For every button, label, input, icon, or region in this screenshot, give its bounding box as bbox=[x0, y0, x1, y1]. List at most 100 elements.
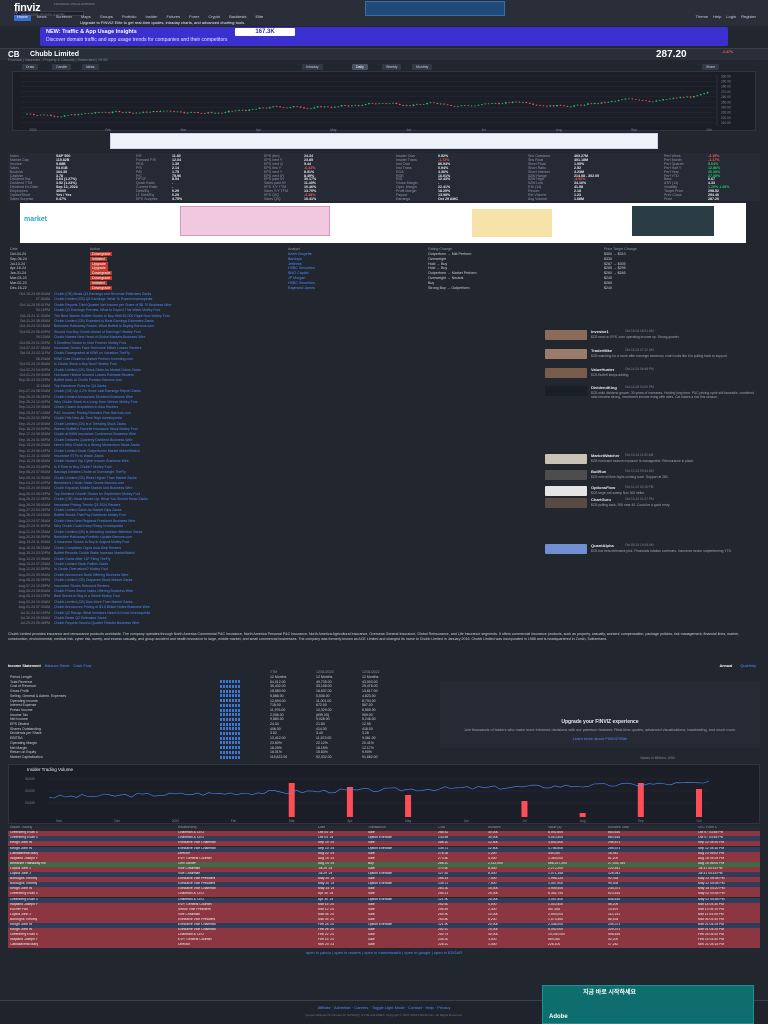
insider-name[interactable]: Keogh John W bbox=[10, 928, 32, 932]
news-headline[interactable]: Chubb (CB) Up 4.2% Since Last Earnings R… bbox=[54, 389, 141, 393]
news-headline[interactable]: Chubb Limited (CB) Stock Sinks As Market… bbox=[54, 368, 141, 372]
post-username[interactable]: ValueHunter bbox=[591, 367, 614, 373]
statement-tab[interactable]: Balance Sheet bbox=[45, 664, 70, 668]
nav-item-news[interactable]: News bbox=[34, 14, 50, 21]
insider-cell[interactable]: Jul 31 04:15 PM bbox=[698, 867, 723, 871]
news-headline[interactable]: Chubb Reports Third Quarter Net Income p… bbox=[54, 303, 171, 307]
insider-name[interactable]: Berkshire Hathaway Inc bbox=[10, 862, 46, 866]
news-headline[interactable]: Barclays Initiates Chubb at Overweight T… bbox=[54, 470, 126, 474]
news-headline[interactable]: Chubb Limited (CB) Outpaces Stock Market… bbox=[54, 578, 132, 582]
post-username[interactable]: DividendKing bbox=[591, 385, 617, 391]
insider-name[interactable]: Greenberg Evan G bbox=[10, 898, 38, 902]
insider-name[interactable]: Wayland Joseph F bbox=[10, 857, 38, 861]
news-headline[interactable]: Chubb Hires New Regional President Busin… bbox=[54, 519, 135, 523]
news-headline[interactable]: Chubb Declares Quarterly Dividend Busine… bbox=[54, 438, 132, 442]
news-headline[interactable]: Chubb Q2 Recap: What Investors Need to K… bbox=[54, 611, 150, 615]
insider-cell[interactable]: May 02 04:45 PM bbox=[698, 892, 725, 896]
news-headline[interactable]: Buffett Reveals Chubb Stake Increase Mar… bbox=[54, 551, 135, 555]
news-headline[interactable]: Chubb Limited (CB) Rises Higher Than Mar… bbox=[54, 476, 137, 480]
news-headline[interactable]: Chubb Limited (CB) Is a Trending Stock Z… bbox=[54, 422, 126, 426]
chart-btn-monthly[interactable]: Monthly bbox=[412, 64, 433, 70]
news-headline[interactable]: Chubb Hits New All-Time High Investopedi… bbox=[54, 416, 122, 420]
news-headline[interactable]: Chubb Limited (CB) Expected to Beat Earn… bbox=[54, 319, 154, 323]
news-headline[interactable]: Chubb at KBW Insurance Conference Busine… bbox=[54, 432, 136, 436]
market-product-ad[interactable]: market bbox=[20, 203, 746, 243]
chart-btn-draw[interactable]: Draw bbox=[22, 64, 39, 70]
insider-name[interactable]: Greenberg Evan G bbox=[10, 831, 38, 835]
news-headline[interactable]: Chubb Limited Stock Outperforms Market M… bbox=[54, 449, 140, 453]
insider-name[interactable]: Boroughs Timothy bbox=[10, 882, 37, 886]
chart-btn-daily[interactable]: Daily bbox=[352, 64, 368, 70]
insider-name[interactable]: Kocher Paul bbox=[10, 908, 28, 912]
insider-cell[interactable]: Aug 16 04:25 PM bbox=[698, 857, 724, 861]
news-headline[interactable]: Chubb Completes Cigna Asia Deal Reuters bbox=[54, 546, 121, 550]
insider-cell[interactable]: Mar 11 04:05 PM bbox=[698, 913, 724, 917]
insider-name[interactable]: Cabiallavetta Mary bbox=[10, 852, 38, 856]
news-headline[interactable]: Is Chubb Stock a Buy Now? Motley Fool bbox=[54, 362, 117, 366]
news-headline[interactable]: Chubb Reports Second Quarter Results Bus… bbox=[54, 621, 139, 625]
insider-name[interactable]: Lupica John J bbox=[10, 913, 31, 917]
insider-cell[interactable]: Feb 26 05:00 PM bbox=[698, 933, 724, 937]
rating-cell[interactable]: Keefe Bruyette bbox=[288, 252, 312, 256]
news-headline[interactable]: Should You Buy Chubb Ahead of Earnings? … bbox=[54, 330, 141, 334]
news-headline[interactable]: Buffett Stocks That Pay Dividends Motley… bbox=[54, 513, 126, 517]
chart-btn-share[interactable]: Share bbox=[702, 64, 720, 70]
news-headline[interactable]: Chubb Downgraded at KBW on Valuation The… bbox=[54, 351, 130, 355]
news-headline[interactable]: Best Stocks to Buy in a Selloff Motley F… bbox=[54, 594, 120, 598]
insider-name[interactable]: Cabiallavetta Mary bbox=[10, 943, 38, 947]
ticker-sector-meta[interactable]: Financial | Insurance - Property & Casua… bbox=[8, 58, 108, 62]
insider-cell[interactable]: Aug 23 05:02 PM bbox=[698, 852, 724, 856]
price-chart[interactable]: 300.00 290.00 280.00 270.00 260.00 250.00 240.… bbox=[12, 71, 756, 132]
insider-name[interactable]: Greenberg Evan G bbox=[10, 836, 38, 840]
rating-cell[interactable]: BMO Capital bbox=[288, 271, 308, 275]
insider-cell[interactable]: Mar 01 04:25 PM bbox=[698, 923, 724, 927]
rating-cell[interactable]: JP Morgan bbox=[288, 276, 305, 280]
news-headline[interactable]: Chubb Limited Stock Rallies Zacks bbox=[54, 562, 108, 566]
post-username[interactable]: MarketWatcher bbox=[591, 453, 620, 459]
insider-name[interactable]: Keogh John W bbox=[10, 847, 32, 851]
news-headline[interactable]: Chubb Announces Pricing of $1.5 Billion … bbox=[54, 605, 150, 609]
insider-cell[interactable]: May 02 04:45 PM bbox=[698, 898, 725, 902]
news-headline[interactable]: The Best Warren Buffett Stocks to Buy Wi… bbox=[54, 314, 170, 318]
post-username[interactable]: ChartGuru bbox=[591, 497, 611, 503]
news-headline[interactable]: Chubb Closes Acquisition in Asia Reuters bbox=[54, 405, 118, 409]
insider-cell[interactable]: Nov 21 04:15 PM bbox=[698, 943, 724, 947]
news-headline[interactable]: Buffett Adds to Chubb Position Barrons.c… bbox=[54, 378, 122, 382]
statement-tab[interactable]: Income Statement bbox=[8, 664, 41, 668]
insider-cell[interactable]: Oct 07 03:45 PM bbox=[698, 836, 723, 840]
news-headline[interactable]: 3 Insurance Stocks to Buy in August Motl… bbox=[54, 540, 129, 544]
post-username[interactable]: Investor1 bbox=[591, 329, 609, 335]
news-headline[interactable]: Here's Why Chubb Is a Strong Momentum St… bbox=[54, 443, 140, 447]
insider-name[interactable]: Lupica John J bbox=[10, 867, 31, 871]
news-headline[interactable]: Berkshire Hathaway Stocks: What Buffett … bbox=[54, 324, 154, 328]
news-headline[interactable]: Chubb Announces Bond Offering Business W… bbox=[54, 573, 128, 577]
period-tab[interactable]: Annual bbox=[720, 664, 733, 668]
nav-login[interactable]: Login bbox=[726, 14, 736, 20]
post-username[interactable]: QuantAlpha bbox=[591, 543, 614, 549]
news-headline[interactable]: Hurricane Helene Insured Losses Estimate… bbox=[54, 373, 134, 377]
news-headline[interactable]: Chubb Limited (CB) Is Attracting Investo… bbox=[54, 530, 142, 534]
news-headline[interactable]: Warren Buffett's Favorite Insurance Stoc… bbox=[54, 427, 138, 431]
insider-cell[interactable]: May 22 05:08 PM bbox=[698, 882, 725, 886]
news-headline[interactable]: Chubb Prices Senior Notes Offering Busin… bbox=[54, 589, 133, 593]
news-headline[interactable]: Chubb Expands Middle Market Unit Busines… bbox=[54, 486, 132, 490]
period-tab[interactable]: Quarterly bbox=[740, 664, 756, 668]
chart-btn-candle[interactable]: Candle bbox=[52, 64, 72, 70]
news-headline[interactable]: Chubb Limited Announces Dividend Busines… bbox=[54, 395, 133, 399]
insider-cell[interactable]: Mar 06 04:40 PM bbox=[698, 918, 724, 922]
insider-name[interactable]: Keogh John W bbox=[10, 923, 32, 927]
insider-cell[interactable]: Oct 07 03:45 PM bbox=[698, 831, 723, 835]
mid-banner-ad[interactable] bbox=[110, 133, 658, 149]
insider-cell[interactable]: May 16 04:20 PM bbox=[698, 887, 725, 891]
top-banner-ad[interactable] bbox=[365, 1, 505, 16]
chart-btn-ideas[interactable]: Ideas bbox=[82, 64, 99, 70]
news-headline[interactable]: KBW Cuts Chubb to Market Perform Investi… bbox=[54, 357, 133, 361]
insider-name[interactable]: Wayland Joseph F bbox=[10, 938, 38, 942]
insider-cell[interactable]: May 22 05:08 PM bbox=[698, 877, 725, 881]
news-headline[interactable]: Chubb Gains After 13F Filing TheFly bbox=[54, 557, 111, 561]
upgrade-link[interactable]: Learn more about FINVIZ*Elite bbox=[440, 736, 760, 742]
insider-cell[interactable]: Mar 18 04:30 PM bbox=[698, 903, 724, 907]
insider-name[interactable]: Greenberg Evan G bbox=[10, 892, 38, 896]
news-headline[interactable]: Insurance Stocks Rebound Reuters bbox=[54, 584, 109, 588]
elite-upgrade-banner[interactable]: Upgrade to FINVIZ Elite to get real-time… bbox=[80, 20, 245, 26]
